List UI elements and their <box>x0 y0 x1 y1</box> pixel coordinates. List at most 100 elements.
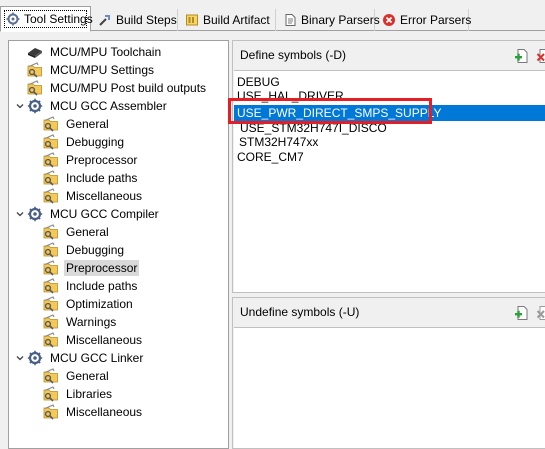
add-symbol-icon[interactable] <box>514 48 530 64</box>
tree-item-general[interactable]: General <box>29 223 111 241</box>
tree-item-label: Libraries <box>66 387 113 401</box>
tree-item-label: Include paths <box>66 279 138 293</box>
build-steps-icon <box>98 13 112 27</box>
tree-item-debugging[interactable]: Debugging <box>29 133 126 151</box>
binary-parsers-icon <box>283 13 297 27</box>
settings-folder-icon <box>43 314 59 330</box>
tree-item-label: General <box>66 369 109 383</box>
tree-item-miscellaneous[interactable]: Miscellaneous <box>29 331 144 349</box>
settings-folder-icon <box>43 134 59 150</box>
tree-item-mcu-gcc-assembler[interactable]: MCU GCC Assembler <box>13 97 169 115</box>
tree-item-label: MCU/MPU Settings <box>50 63 155 77</box>
symbol-item[interactable]: CORE_CM7 <box>237 150 304 164</box>
tab-build-steps[interactable]: Build Steps <box>93 9 178 31</box>
tree-item-include-paths[interactable]: Include paths <box>29 277 139 295</box>
symbol-item[interactable]: USE_HAL_DRIVER <box>237 89 344 103</box>
tool-gear-icon <box>27 206 43 222</box>
settings-folder-icon <box>43 278 59 294</box>
tree-item-preprocessor[interactable]: Preprocessor <box>29 259 140 277</box>
delete-undefine-symbol-icon[interactable] <box>536 305 545 321</box>
tree-item-label: Optimization <box>66 297 133 311</box>
tool-gear-icon <box>27 350 43 366</box>
tree-item-label: Preprocessor <box>64 260 140 276</box>
tree-item-miscellaneous[interactable]: Miscellaneous <box>29 403 144 421</box>
tree-item-label: General <box>66 117 109 131</box>
tree-item-general[interactable]: General <box>29 367 111 385</box>
settings-tree: MCU/MPU Toolchain MCU/MPU Settings MCU/MPU… <box>8 40 229 449</box>
settings-folder-icon <box>43 152 59 168</box>
define-symbols-list[interactable]: DEBUG USE_HAL_DRIVER USE_PWR_DIRECT_SMPS_S… <box>234 70 545 292</box>
tree-item-label: Debugging <box>66 135 125 149</box>
tree-item-mcu-mpu-post-build-outputs[interactable]: MCU/MPU Post build outputs <box>13 79 208 97</box>
panel-header: Undefine symbols (-U) <box>233 298 545 326</box>
settings-folder-icon <box>43 332 59 348</box>
settings-folder-icon <box>43 170 59 186</box>
symbol-item[interactable]: DEBUG <box>237 75 280 89</box>
tab-label: Tool Settings <box>24 12 93 26</box>
settings-folder-icon <box>43 404 59 420</box>
tree-item-label: MCU GCC Assembler <box>50 99 167 113</box>
tree-item-label: General <box>66 225 109 239</box>
symbol-item-selected[interactable]: USE_PWR_DIRECT_SMPS_SUPPLY <box>234 105 545 121</box>
tree-item-miscellaneous[interactable]: Miscellaneous <box>29 187 144 205</box>
settings-folder-icon <box>43 368 59 384</box>
tab-label: Binary Parsers <box>301 13 380 27</box>
tree-item-warnings[interactable]: Warnings <box>29 313 118 331</box>
add-undefine-symbol-icon[interactable] <box>514 305 530 321</box>
tree-item-label: Miscellaneous <box>66 189 143 203</box>
chevron-down-icon[interactable] <box>13 97 27 115</box>
tree-item-mcu-mpu-toolchain[interactable]: MCU/MPU Toolchain <box>13 43 163 61</box>
settings-folder-icon <box>43 296 59 312</box>
build-artifact-icon <box>185 13 199 27</box>
error-parsers-icon <box>382 13 396 27</box>
chevron-down-icon[interactable] <box>13 205 27 223</box>
tree-item-label: Miscellaneous <box>66 405 143 419</box>
symbol-item[interactable]: USE_STM32H747I_DISCO <box>240 121 387 135</box>
undefine-symbols-list[interactable] <box>234 327 545 448</box>
symbol-item[interactable]: STM32H747xx <box>239 135 318 149</box>
define-symbols-panel: Define symbols (-D) DEBUG USE_HAL_DRIVER U… <box>232 40 545 293</box>
tree-item-include-paths[interactable]: Include paths <box>29 169 139 187</box>
settings-folder-icon <box>43 242 59 258</box>
tree-item-mcu-gcc-compiler[interactable]: MCU GCC Compiler <box>13 205 161 223</box>
tool-gear-icon <box>27 98 43 114</box>
tree-item-optimization[interactable]: Optimization <box>29 295 135 313</box>
delete-symbol-icon[interactable] <box>536 48 545 64</box>
tree-item-label: MCU/MPU Toolchain <box>50 45 162 59</box>
tree-item-mcu-mpu-settings[interactable]: MCU/MPU Settings <box>13 61 156 79</box>
tree-item-preprocessor[interactable]: Preprocessor <box>29 151 139 169</box>
tab-build-artifact[interactable]: Build Artifact <box>180 9 276 31</box>
tree-item-label: MCU/MPU Post build outputs <box>50 81 207 95</box>
tree-item-mcu-gcc-linker[interactable]: MCU GCC Linker <box>13 349 145 367</box>
chevron-down-icon[interactable] <box>13 349 27 367</box>
chip-icon <box>27 44 43 60</box>
tree-item-general[interactable]: General <box>29 115 111 133</box>
tree-item-libraries[interactable]: Libraries <box>29 385 114 403</box>
tree-item-debugging[interactable]: Debugging <box>29 241 126 259</box>
tree-item-label: Warnings <box>66 315 117 329</box>
tab-bar: Tool Settings Build Steps Build Artifact… <box>0 0 545 32</box>
tab-label: Build Steps <box>116 13 177 27</box>
settings-folder-icon <box>43 224 59 240</box>
tab-binary-parsers[interactable]: Binary Parsers <box>278 9 380 31</box>
tree-item-label: Miscellaneous <box>66 333 143 347</box>
tab-label: Build Artifact <box>203 13 270 27</box>
tab-error-parsers[interactable]: Error Parsers <box>377 9 471 31</box>
tab-tool-settings[interactable]: Tool Settings <box>0 6 93 32</box>
tree-item-label: Include paths <box>66 171 138 185</box>
